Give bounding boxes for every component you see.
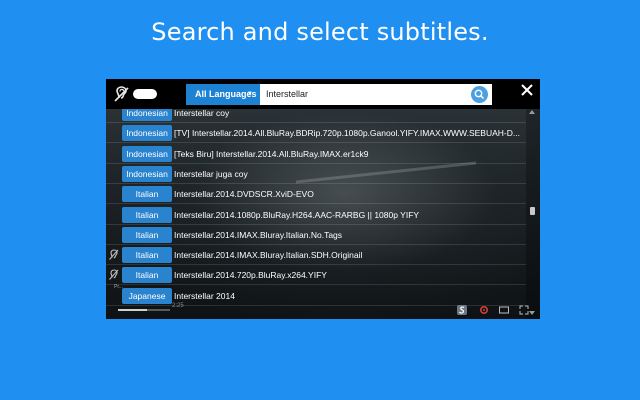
subtitle-row[interactable]: Italian Interstellar.2014.IMAX.Bluray.Ita…: [106, 245, 526, 266]
language-badge[interactable]: Italian: [122, 206, 172, 223]
subtitle-name[interactable]: Interstellar.2014.IMAX.Bluray.Italian.SD…: [174, 245, 522, 265]
search-input[interactable]: Interstellar: [260, 84, 492, 105]
hearing-impaired-icon: [109, 269, 119, 281]
language-badge[interactable]: Italian: [122, 267, 172, 284]
subtitle-list: Indonesian Interstellar coy Indonesian [TV]…: [106, 109, 526, 315]
time-display: 2:25: [172, 303, 184, 309]
caret-down-icon: ▼: [247, 91, 253, 97]
search-input-value: Interstellar: [266, 89, 309, 99]
subtitle-name[interactable]: Interstellar.2014.1080p.BluRay.H264.AAC-…: [174, 205, 522, 225]
subtitle-row[interactable]: Italian Interstellar.2014.IMAX.Bluray.Ita…: [106, 225, 526, 245]
subtitle-name[interactable]: [TV] Interstellar.2014.All.BluRay.BDRip.…: [174, 123, 522, 143]
hearing-impaired-icon[interactable]: [112, 85, 132, 103]
subtitle-row[interactable]: Indonesian Interstellar juga coy: [106, 164, 526, 184]
language-badge[interactable]: Italian: [122, 226, 172, 243]
progress-bar[interactable]: [118, 309, 170, 311]
subtitle-name[interactable]: Interstellar.2014.IMAX.Bluray.Italian.No…: [174, 225, 522, 245]
search-icon: [474, 89, 485, 100]
subtitle-extension-icon[interactable]: [456, 304, 468, 316]
subtitle-name[interactable]: [Teks Biru] Interstellar.2014.All.BluRay…: [174, 144, 522, 164]
subtitle-toolbar: All Languages ▼ Interstellar: [106, 79, 540, 109]
subtitle-name[interactable]: Interstellar.2014.DVDSCR.XviD-EVO: [174, 184, 522, 204]
subtitle-name[interactable]: Interstellar juga coy: [174, 164, 522, 184]
progress-fill: [118, 309, 147, 311]
scroll-up-arrow[interactable]: [529, 110, 535, 114]
fullscreen-icon[interactable]: [518, 304, 530, 316]
miniplayer-icon[interactable]: [498, 304, 510, 316]
language-badge[interactable]: Indonesian: [122, 145, 172, 162]
language-dropdown[interactable]: All Languages ▼: [186, 84, 260, 105]
subtitle-row[interactable]: Italian Interstellar.2014.720p.BluRay.x26…: [106, 265, 526, 286]
language-badge[interactable]: Indonesian: [122, 109, 172, 121]
player-controls: 2:25: [106, 301, 540, 319]
subtitle-name[interactable]: Interstellar.2014.720p.BluRay.x264.YIFY: [174, 265, 522, 285]
subtitle-row[interactable]: Indonesian [TV] Interstellar.2014.All.Blu…: [106, 123, 526, 144]
settings-icon[interactable]: [478, 304, 490, 316]
video-player: All Languages ▼ Interstellar Indonesian I…: [106, 79, 540, 319]
language-badge[interactable]: Indonesian: [122, 165, 172, 182]
close-icon[interactable]: [518, 81, 536, 99]
subtitles-toggle[interactable]: [133, 89, 157, 99]
language-badge[interactable]: Italian: [122, 186, 172, 203]
subtitle-row[interactable]: Indonesian Interstellar coy: [106, 109, 526, 123]
scrollbar[interactable]: [526, 109, 540, 319]
side-label: Pr...: [114, 284, 123, 290]
scrollbar-thumb[interactable]: [530, 207, 535, 215]
subtitle-row[interactable]: Italian Interstellar.2014.1080p.BluRay.H2…: [106, 205, 526, 225]
subtitle-name[interactable]: Interstellar coy: [174, 109, 522, 123]
language-badge[interactable]: Italian: [122, 247, 172, 264]
search-button[interactable]: [471, 86, 488, 103]
subtitle-row[interactable]: Indonesian [Teks Biru] Interstellar.2014.…: [106, 144, 526, 164]
hearing-impaired-icon: [109, 249, 119, 260]
language-badge[interactable]: Indonesian: [122, 125, 172, 142]
subtitle-row[interactable]: Italian Interstellar.2014.DVDSCR.XviD-EVO: [106, 184, 526, 205]
headline: Search and select subtitles.: [151, 18, 489, 46]
